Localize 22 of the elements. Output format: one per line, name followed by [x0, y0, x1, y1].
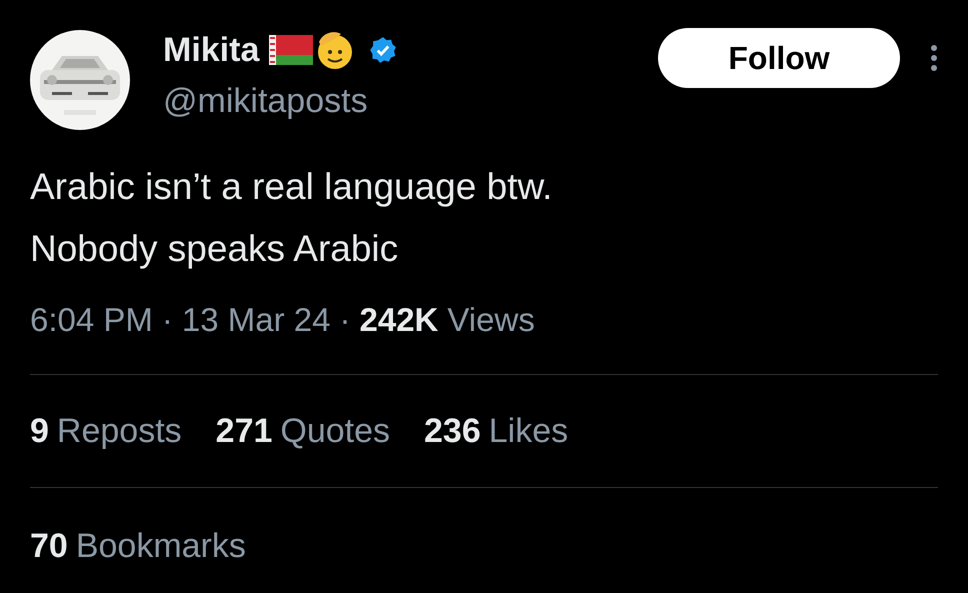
separator-dot: ·: [162, 300, 173, 340]
flag-icon: [269, 35, 314, 65]
stat-label[interactable]: Reposts: [56, 406, 182, 456]
view-count: 242K: [360, 300, 438, 340]
stat-count[interactable]: 9: [30, 406, 49, 456]
author-name: Mikita: [163, 33, 260, 67]
meta-text: 6:04 PM: [30, 300, 153, 340]
stat-label[interactable]: Likes: [488, 406, 568, 456]
follow-button[interactable]: Follow: [658, 28, 900, 88]
meta-text: 13 Mar 24: [182, 300, 330, 340]
stat-count[interactable]: 271: [216, 406, 272, 456]
author-handle: @mikitaposts: [163, 84, 369, 118]
stat-count[interactable]: 236: [424, 406, 481, 456]
meta-text: Views: [447, 300, 535, 340]
separator-dot: ·: [340, 300, 350, 340]
more-options-icon[interactable]: [930, 44, 938, 72]
saluting-face-icon: [315, 30, 354, 70]
stat-label[interactable]: Quotes: [280, 406, 390, 456]
tweet-text: Arabic isn’t a real language btw.: [30, 165, 552, 209]
tweet-text: Nobody speaks Arabic: [30, 227, 398, 271]
stat-label[interactable]: Bookmarks: [76, 520, 246, 572]
stat-count[interactable]: 70: [30, 520, 68, 572]
